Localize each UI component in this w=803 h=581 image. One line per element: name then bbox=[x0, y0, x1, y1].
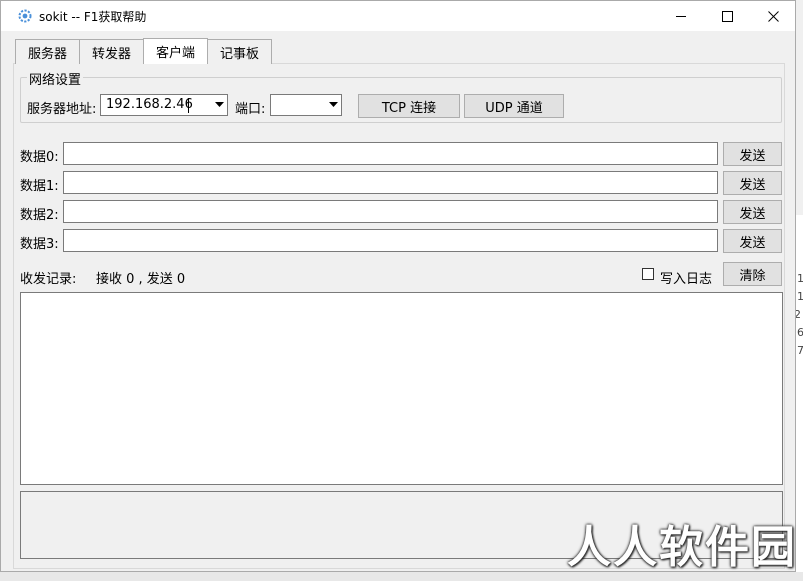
watermark-text: 人人软件园 bbox=[567, 522, 797, 573]
data-input[interactable] bbox=[63, 229, 718, 252]
maximize-icon bbox=[721, 10, 733, 22]
tab-server[interactable]: 服务器 bbox=[15, 39, 81, 64]
server-address-label: 服务器地址: bbox=[27, 102, 97, 117]
tab-forwarder[interactable]: 转发器 bbox=[79, 39, 145, 64]
background-digit: 6 bbox=[797, 326, 803, 339]
write-log-label[interactable]: 写入日志 bbox=[660, 268, 712, 287]
send-button[interactable]: 发送 bbox=[723, 142, 782, 166]
server-address-combo[interactable]: 192.168.2.46 bbox=[100, 94, 228, 116]
send-button[interactable]: 发送 bbox=[723, 229, 782, 253]
server-address-value: 192.168.2.46 bbox=[106, 97, 193, 112]
background-desktop-strip bbox=[796, 215, 803, 581]
app-gear-icon bbox=[18, 9, 32, 23]
minimize-button[interactable] bbox=[658, 1, 704, 31]
tab-client[interactable]: 客户端 bbox=[143, 38, 209, 64]
background-digit: 1 bbox=[797, 272, 803, 285]
tab-bar: 服务器 转发器 客户端 记事板 bbox=[15, 38, 273, 64]
send-button[interactable]: 发送 bbox=[723, 200, 782, 224]
maximize-button[interactable] bbox=[704, 1, 750, 31]
clear-button[interactable]: 清除 bbox=[723, 262, 782, 286]
port-label: 端口: bbox=[235, 102, 266, 117]
title-bar[interactable]: sokit -- F1获取帮助 bbox=[1, 1, 795, 31]
udp-channel-button[interactable]: UDP 通道 bbox=[464, 94, 564, 118]
port-combo[interactable] bbox=[270, 94, 342, 116]
log-label: 收发记录: bbox=[20, 272, 77, 287]
dropdown-arrow-icon[interactable] bbox=[211, 95, 227, 115]
text-caret bbox=[188, 98, 189, 113]
background-digit: 1 bbox=[797, 290, 803, 303]
write-log-checkbox[interactable] bbox=[642, 268, 654, 280]
data-input[interactable] bbox=[63, 200, 718, 223]
background-digit: 7 bbox=[797, 344, 803, 357]
window-title: sokit -- F1获取帮助 bbox=[39, 9, 147, 24]
close-button[interactable] bbox=[750, 1, 796, 31]
log-textarea[interactable] bbox=[20, 292, 783, 485]
tcp-connect-button[interactable]: TCP 连接 bbox=[358, 94, 460, 118]
data-label: 数据0: bbox=[20, 150, 59, 165]
tab-notepad[interactable]: 记事板 bbox=[207, 39, 273, 64]
data-label: 数据1: bbox=[20, 179, 59, 194]
data-label: 数据3: bbox=[20, 237, 59, 252]
minimize-icon bbox=[675, 15, 686, 17]
data-input[interactable] bbox=[63, 142, 718, 165]
close-icon bbox=[767, 10, 779, 22]
dropdown-arrow-icon[interactable] bbox=[325, 95, 341, 115]
send-button[interactable]: 发送 bbox=[723, 171, 782, 195]
traffic-counter: 接收 0 , 发送 0 bbox=[96, 272, 186, 287]
data-label: 数据2: bbox=[20, 208, 59, 223]
network-settings-title: 网络设置 bbox=[27, 69, 84, 88]
data-input[interactable] bbox=[63, 171, 718, 194]
